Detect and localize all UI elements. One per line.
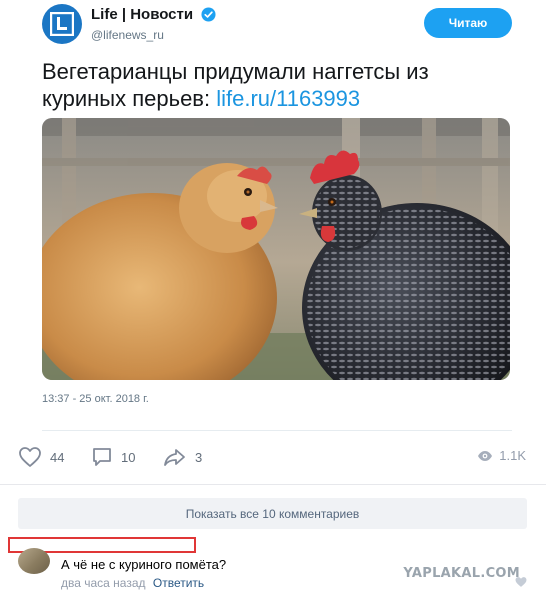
- tweet-timestamp[interactable]: 13:37 - 25 окт. 2018 г.: [42, 393, 149, 405]
- eye-icon: [478, 450, 493, 461]
- share-button[interactable]: 3: [163, 444, 202, 470]
- comment-count: 10: [121, 449, 136, 465]
- account-avatar[interactable]: [42, 4, 82, 44]
- actions-row: 44 10 3 1.1K: [16, 444, 530, 470]
- show-all-comments-button[interactable]: Показать все 10 комментариев: [18, 498, 527, 529]
- comment-text: А чё не с куриного помёта?: [61, 557, 227, 572]
- heart-icon: [19, 447, 41, 467]
- comment-author-avatar[interactable]: [18, 548, 50, 574]
- share-icon: [164, 449, 185, 466]
- comment-icon: [93, 448, 111, 466]
- views-counter: 1.1K: [477, 448, 526, 463]
- account-display-name[interactable]: Life | Новости: [91, 6, 193, 23]
- tweet-text: Вегетарианцы придумали наггетсы из курин…: [42, 58, 512, 112]
- tweet-link[interactable]: life.ru/1163993: [216, 86, 360, 111]
- watermark: YAPLAKAL.COM: [403, 566, 520, 581]
- account-name-block[interactable]: Life | Новости @lifenews_ru: [91, 6, 216, 42]
- tweet-photo[interactable]: [42, 118, 510, 380]
- comment-time[interactable]: два часа назад: [61, 576, 146, 590]
- comment-button[interactable]: 10: [91, 444, 135, 470]
- account-handle: @lifenews_ru: [91, 28, 164, 42]
- verified-badge-icon: [201, 7, 216, 22]
- reply-link[interactable]: Ответить: [153, 576, 204, 590]
- life-logo-icon: [50, 12, 74, 36]
- tweet-header: Life | Новости @lifenews_ru Читаю: [42, 4, 512, 46]
- section-divider: [0, 484, 546, 485]
- like-button[interactable]: 44: [18, 444, 64, 470]
- like-count: 44: [50, 449, 65, 465]
- divider: [42, 430, 512, 431]
- comment-like-icon[interactable]: [514, 576, 528, 588]
- share-count: 3: [195, 449, 203, 465]
- views-count: 1.1K: [499, 448, 526, 463]
- comment-meta: два часа назад Ответить: [61, 576, 204, 590]
- follow-button[interactable]: Читаю: [424, 8, 512, 38]
- chickens-photo: [42, 118, 510, 380]
